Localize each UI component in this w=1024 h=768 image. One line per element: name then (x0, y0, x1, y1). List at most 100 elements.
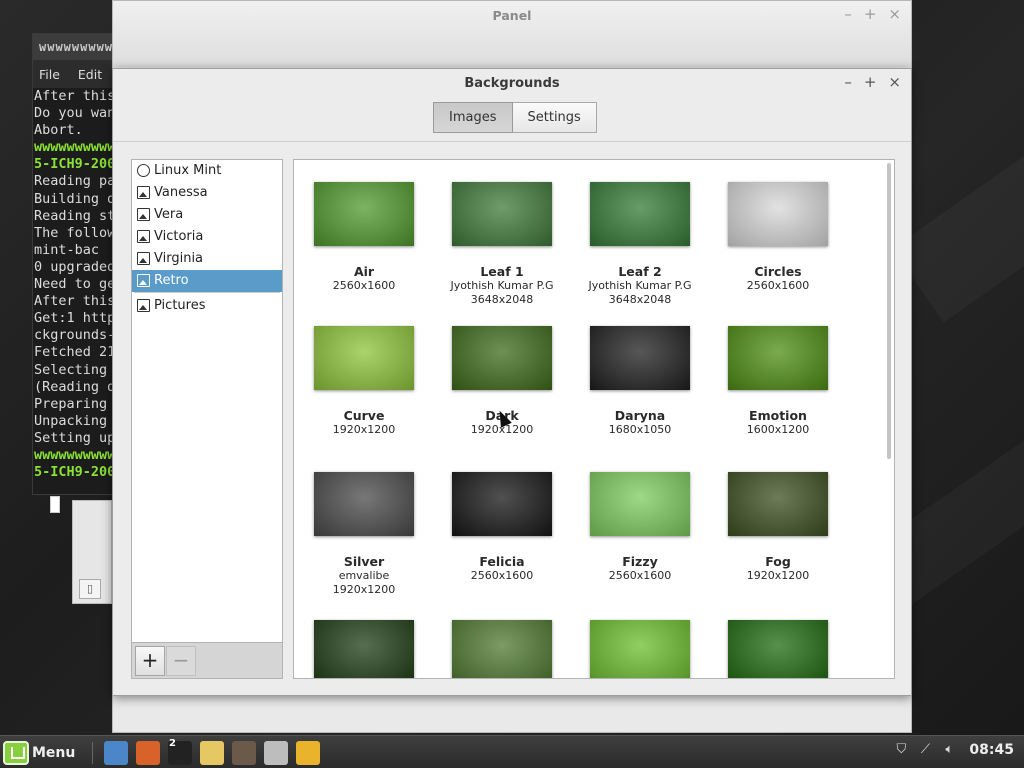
text-editor-icon[interactable] (200, 741, 224, 765)
header-divider (113, 141, 911, 142)
sidebar-item-label: Vera (154, 207, 184, 222)
grid-scrollbar[interactable] (887, 163, 891, 459)
backgrounds-window-title: Backgrounds (464, 76, 560, 91)
wallpaper-thumbnail[interactable] (728, 182, 828, 246)
maximize-button[interactable]: + (864, 5, 877, 23)
wallpaper-thumbnail[interactable] (590, 620, 690, 678)
wallpaper-thumbnail[interactable] (314, 472, 414, 536)
sidebar-item-label: Victoria (154, 229, 204, 244)
wallpaper-thumbnail[interactable] (452, 182, 552, 246)
wallpaper-caption: Daryna 1680x1050 (571, 408, 709, 437)
wallpaper-author: Jyothish Kumar P.G (450, 279, 554, 292)
wallpaper-caption: Fog 1920x1200 (709, 554, 847, 583)
wallpaper-resolution: 2560x1600 (470, 569, 534, 582)
sidebar-item-retro[interactable]: Retro (132, 270, 282, 292)
clock[interactable]: 08:45 (969, 742, 1014, 758)
panel-window-title: Panel (492, 8, 532, 23)
terminal-menu-file[interactable]: File (39, 67, 60, 82)
terminal-cursor (50, 496, 60, 513)
wallpaper-thumbnail[interactable] (728, 326, 828, 390)
sidebar-toggle-button[interactable]: ▯ (79, 579, 101, 599)
wallpaper-resolution: 2560x1600 (746, 279, 810, 292)
wallpaper-thumbnail[interactable] (314, 620, 414, 678)
terminal-menu-edit[interactable]: Edit (78, 67, 102, 82)
panel-window-controls: – + × (844, 5, 901, 23)
image-icon (137, 252, 150, 265)
files-icon[interactable] (104, 741, 128, 765)
wallpaper-thumbnail[interactable] (728, 620, 828, 678)
image-icon (137, 230, 150, 243)
sidebar-item-linux-mint[interactable]: Linux Mint (132, 160, 282, 182)
wallpaper-thumbnail[interactable] (314, 182, 414, 246)
volume-icon[interactable]: 🔈︎ (941, 742, 957, 758)
wallpaper-caption: Leaf 2 Jyothish Kumar P.G 3648x2048 (571, 264, 709, 307)
menu-label: Menu (32, 744, 76, 761)
tab-settings[interactable]: Settings (512, 102, 597, 133)
wallpaper-caption: Circles 2560x1600 (709, 264, 847, 293)
remove-folder-button[interactable]: − (166, 646, 196, 676)
network-icon[interactable]: ⟋ (917, 742, 933, 758)
taskbar-separator (92, 742, 93, 764)
wallpaper-thumbnail[interactable] (314, 326, 414, 390)
collection-sidebar: Linux Mint Vanessa Vera Victoria Virginia Ret… (131, 159, 283, 679)
wallpaper-name: Silver (343, 554, 385, 569)
wallpaper-author: Jyothish Kumar P.G (588, 279, 692, 292)
mint-logo-icon (3, 740, 29, 765)
wallpaper-resolution: 1920x1200 (332, 583, 396, 596)
wallpaper-resolution: 2560x1600 (608, 569, 672, 582)
image-icon (137, 274, 150, 287)
sidebar-item-label: Linux Mint (154, 163, 222, 178)
sidebar-item-virginia[interactable]: Virginia (132, 248, 282, 270)
mint-icon (137, 164, 150, 177)
window-count-badge: 2 (169, 738, 176, 749)
folder-icon (137, 299, 150, 312)
wallpaper-thumbnail[interactable] (728, 472, 828, 536)
wallpaper-name: Fizzy (622, 554, 658, 569)
sidebar-item-victoria[interactable]: Victoria (132, 226, 282, 248)
wallpaper-caption: Felicia 2560x1600 (433, 554, 571, 583)
wallpaper-name: Leaf 2 (618, 264, 662, 279)
window-icon[interactable] (264, 741, 288, 765)
sidebar-item-pictures[interactable]: Pictures (132, 295, 282, 317)
background-window[interactable]: ▯ (72, 500, 112, 604)
add-folder-button[interactable]: + (135, 646, 165, 676)
terminal-icon[interactable]: 2 (168, 738, 192, 765)
menu-button[interactable]: Menu (3, 739, 75, 766)
wallpaper-thumbnail[interactable] (590, 472, 690, 536)
tab-images[interactable]: Images (433, 102, 513, 133)
wallpaper-thumbnail[interactable] (452, 472, 552, 536)
wallpaper-caption: Leaf 1 Jyothish Kumar P.G 3648x2048 (433, 264, 571, 307)
wallpaper-caption: Emotion 1600x1200 (709, 408, 847, 437)
collection-list: Linux Mint Vanessa Vera Victoria Virginia Ret… (132, 160, 282, 292)
image-icon (137, 186, 150, 199)
sidebar-item-label: Vanessa (154, 185, 208, 200)
wallpaper-name: Curve (343, 408, 385, 423)
firefox-icon[interactable] (136, 741, 160, 765)
wallpaper-author: emvalibe (338, 569, 390, 582)
backgrounds-window[interactable]: Backgrounds – + × Images Settings Linux … (112, 68, 912, 696)
wallpaper-resolution: 1600x1200 (746, 423, 810, 436)
package-icon[interactable] (232, 741, 256, 765)
wallpaper-resolution: 1920x1200 (746, 569, 810, 582)
backgrounds-window-controls: – + × (844, 73, 901, 91)
wallpaper-thumbnail[interactable] (452, 326, 552, 390)
wallpaper-thumbnail[interactable] (590, 182, 690, 246)
system-tray: ⛉ ⟋ 🔈︎ 08:45 (893, 742, 1014, 758)
wallpaper-resolution: 2560x1600 (332, 279, 396, 292)
maximize-button[interactable]: + (864, 73, 877, 91)
minimize-button[interactable]: – (844, 73, 852, 91)
sidebar-item-vanessa[interactable]: Vanessa (132, 182, 282, 204)
folder-list: Pictures (132, 295, 282, 317)
taskbar: Menu 2 ⛉ ⟋ 🔈︎ 08:45 (0, 735, 1024, 768)
wallpaper-thumbnail[interactable] (590, 326, 690, 390)
wallpaper-thumbnail[interactable] (452, 620, 552, 678)
wallpaper-name: Emotion (749, 408, 807, 423)
sidebar-item-vera[interactable]: Vera (132, 204, 282, 226)
backgrounds-icon[interactable] (296, 741, 320, 765)
minimize-button[interactable]: – (844, 5, 852, 23)
close-button[interactable]: × (888, 5, 901, 23)
sidebar-item-label: Pictures (154, 298, 206, 313)
shield-icon[interactable]: ⛉ (893, 742, 909, 758)
wallpaper-resolution: 3648x2048 (608, 293, 672, 306)
close-button[interactable]: × (888, 73, 901, 91)
